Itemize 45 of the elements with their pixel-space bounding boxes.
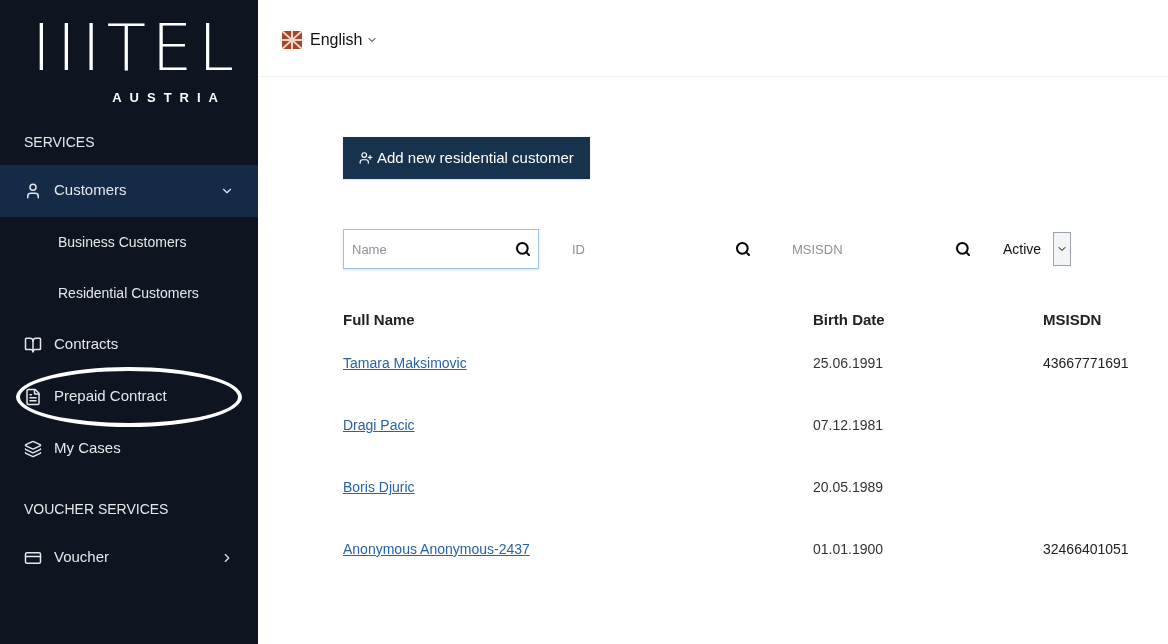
nav-item[interactable]: Customers — [0, 164, 258, 217]
nav-item[interactable]: Prepaid Contract — [0, 370, 258, 423]
search-field[interactable]: MSISDN — [783, 229, 979, 269]
logo-subtitle: AUSTRIA — [112, 89, 226, 107]
customer-link[interactable]: Dragi Pacic — [343, 415, 415, 436]
section-title: VOUCHER SERVICES — [23, 499, 170, 519]
section-title: SERVICES — [23, 132, 96, 152]
search-icon — [955, 241, 971, 257]
customer-link[interactable]: Boris Djuric — [343, 477, 415, 498]
status-value: Active — [1003, 239, 1042, 259]
nav-label: Prepaid Contract — [54, 386, 168, 407]
table-cell-text: 43667771691 — [1043, 354, 1130, 373]
search-icon — [735, 241, 751, 257]
add-user-icon — [359, 151, 373, 165]
document-icon — [24, 387, 42, 406]
nav-subitem[interactable]: Residential Customers — [0, 267, 258, 319]
customer-link[interactable]: Anonymous Anonymous-2437 — [343, 539, 530, 560]
nav-item[interactable]: My Cases — [0, 422, 258, 475]
logo-mark: IIITEL — [32, 16, 240, 80]
column-header: Birth Date — [813, 310, 886, 330]
flag-icon — [282, 31, 302, 49]
nav-label: My Cases — [54, 438, 122, 459]
nav-item[interactable]: Voucher — [0, 531, 258, 584]
layers-icon — [24, 439, 42, 458]
customer-link[interactable]: Tamara Maksimovic — [343, 353, 467, 374]
table-cell-text: 32466401051 — [1043, 540, 1130, 559]
nav-label: Voucher — [54, 547, 111, 568]
table-cell-text: 25.06.1991 — [813, 354, 885, 373]
column-header: MSISDN — [1043, 310, 1103, 330]
nav-label: Customers — [54, 180, 128, 201]
nav-label: Contracts — [54, 334, 120, 355]
status-dropdown[interactable] — [1053, 232, 1072, 266]
table-cell-text: 07.12.1981 — [813, 416, 885, 435]
table-cell-text: 01.01.1900 — [813, 540, 885, 559]
search-field[interactable]: ID — [563, 229, 759, 269]
nav-subitem[interactable]: Business Customers — [0, 216, 258, 268]
table-cell-text: 20.05.1989 — [813, 478, 885, 497]
column-header: Full Name — [343, 310, 416, 330]
user-icon — [24, 181, 42, 200]
book-icon — [24, 335, 42, 354]
search-field[interactable]: Name — [343, 229, 539, 269]
search-icon — [515, 241, 531, 257]
add-customer-button[interactable]: Add new residential customer — [343, 137, 590, 179]
nav-item[interactable]: Contracts — [0, 318, 258, 371]
language-selector[interactable]: English — [310, 28, 379, 52]
